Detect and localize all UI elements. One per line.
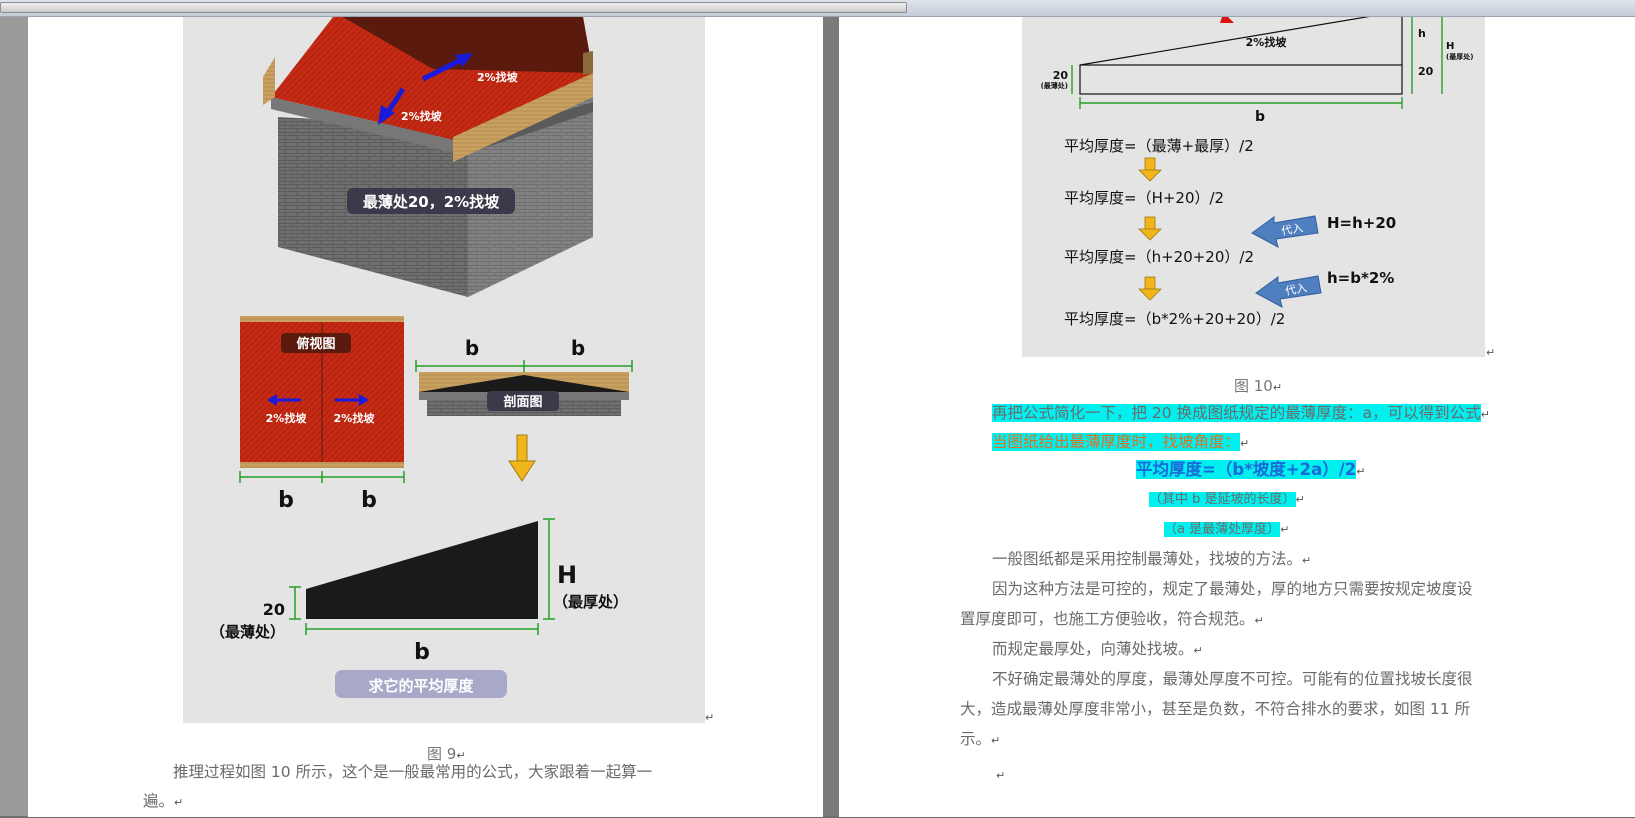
formula-3: 平均厚度=（h+20+20）/2	[1064, 248, 1254, 266]
paragraph-mark: ↵	[705, 711, 715, 724]
section-b-right: b	[571, 336, 585, 360]
paragraph-line: 因为这种方法是可控的，规定了最薄处，厚的地方只需要按规定坡度设	[992, 574, 1473, 604]
fig10-thin-label: (最薄处)	[1041, 81, 1068, 90]
paragraph-mark: ↵	[174, 796, 184, 809]
wedge-H: H	[557, 561, 577, 589]
fig10-20-right: 20	[1418, 65, 1434, 78]
roof-slope-label-2: 2%找坡	[401, 109, 443, 123]
equation-1: H=h+20	[1327, 214, 1396, 232]
top-view-slope-left: 2%找坡	[266, 411, 308, 425]
paragraph-mark: ↵	[1486, 346, 1496, 359]
paragraph-text: 遍。	[143, 792, 175, 810]
paragraph-mark: ↵	[1356, 465, 1366, 478]
figure-9-illustration: 2%找坡 2%找坡 最薄处20，2%找坡 俯视图 2%找坡 2%找坡 b b b…	[210, 17, 633, 698]
formula-1: 平均厚度=（最薄+最厚）/2	[1064, 137, 1254, 155]
down-arrow-icon	[1138, 157, 1162, 182]
horizontal-scrollbar[interactable]	[0, 0, 1635, 17]
fig10-b: b	[1255, 109, 1265, 125]
paragraph-text: 大，造成最薄处厚度非常小，甚至是负数，不符合排水的要求，如图 11 所	[960, 700, 1471, 718]
highlighted-text: 当图纸给出最薄厚度时，找坡角度：	[992, 433, 1241, 451]
formula-2: 平均厚度=（H+20）/2	[1064, 189, 1224, 207]
figure-10-illustration: 2%找坡 h H (最厚处) 20 20 (最薄处) b 平均厚度=（最薄+最厚…	[1041, 17, 1473, 328]
formula-4: 平均厚度=（b*2%+20+20）/2	[1064, 310, 1285, 328]
wedge-thick-label: （最厚处）	[553, 593, 628, 611]
paragraph-text: 而规定最厚处，向薄处找坡。	[992, 640, 1194, 658]
paragraph-line: 而规定最厚处，向薄处找坡。↵	[992, 634, 1203, 666]
ask-label: 求它的平均厚度	[368, 677, 474, 695]
figure-10-caption: 图 10↵	[1234, 375, 1282, 396]
paragraph-mark: ↵	[1302, 554, 1312, 567]
document-page-left: 2%找坡 2%找坡 最薄处20，2%找坡 俯视图 2%找坡 2%找坡 b b b…	[28, 17, 823, 817]
paragraph-text: 置厚度即可，也施工方便验收，符合规范。	[960, 610, 1255, 628]
house-label: 最薄处20，2%找坡	[363, 193, 499, 211]
paragraph-text: 不好确定最薄处的厚度，最薄处厚度不可控。可能有的位置找坡长度很	[992, 670, 1473, 688]
paragraph-mark: ↵	[1480, 408, 1490, 421]
paragraph-line: 推理过程如图 10 所示，这个是一般最常用的公式，大家跟着一起算一	[173, 757, 652, 787]
highlighted-text: （a 是最薄处厚度）	[1164, 522, 1281, 537]
wedge-b: b	[414, 640, 430, 665]
scrollbar-thumb[interactable]	[0, 2, 907, 13]
top-view-b-left: b	[278, 488, 294, 513]
fig10-slope-label: 2%找坡	[1246, 35, 1288, 49]
wedge-thin-label: （最薄处）	[210, 623, 285, 641]
workspace-gutter-middle	[823, 17, 839, 816]
paragraph-text: 示。	[960, 730, 992, 748]
highlighted-formula: 平均厚度=（b*坡度+2a）/2	[1136, 460, 1357, 479]
paragraph-mark: ↵	[996, 769, 1006, 782]
wedge-diagram	[289, 518, 555, 698]
paragraph-mark: ↵	[1280, 523, 1290, 536]
workspace-gutter-left	[0, 17, 28, 816]
paragraph-line: 遍。↵	[143, 786, 183, 818]
paragraph-mark: ↵	[1295, 493, 1305, 506]
down-arrow-icon	[1138, 276, 1162, 301]
top-view-slope-right: 2%找坡	[334, 411, 376, 425]
paragraph-line: 置厚度即可，也施工方便验收，符合规范。↵	[960, 604, 1264, 636]
down-arrow-icon	[508, 434, 536, 482]
paragraph-mark: ↵	[1193, 644, 1203, 657]
paragraph-line: 一般图纸都是采用控制最薄处，找坡的方法。↵	[992, 544, 1311, 576]
paragraph-text: 一般图纸都是采用控制最薄处，找坡的方法。	[992, 550, 1303, 568]
paragraph-line: （其中 b 是延坡的长度）↵	[1149, 485, 1305, 515]
document-page-right: 2%找坡 h H (最厚处) 20 20 (最薄处) b 平均厚度=（最薄+最厚…	[839, 17, 1635, 817]
fig10-thick-label: (最厚处)	[1446, 52, 1473, 61]
fig10-H: H	[1446, 41, 1454, 52]
wedge-thin-value: 20	[263, 600, 285, 619]
paragraph-line: 大，造成最薄处厚度非常小，甚至是负数，不符合排水的要求，如图 11 所	[960, 694, 1470, 724]
paragraph-mark: ↵	[1240, 437, 1250, 450]
figure-10-caption-text: 图 10	[1234, 377, 1273, 395]
paragraph-text: 推理过程如图 10 所示，这个是一般最常用的公式，大家跟着一起算一	[173, 763, 653, 781]
highlighted-text: 再把公式简化一下，把 20 换成图纸规定的最薄厚度：a，可以得到公式	[992, 404, 1481, 422]
top-view-label: 俯视图	[296, 336, 335, 352]
fig10-20-left: 20	[1053, 69, 1069, 82]
roof-slope-label-1: 2%找坡	[477, 70, 519, 84]
equation-2: h=b*2%	[1327, 269, 1394, 287]
highlighted-text: （其中 b 是延坡的长度）	[1149, 492, 1296, 507]
paragraph-line: （a 是最薄处厚度）↵	[1164, 515, 1289, 545]
fig10-h: h	[1418, 27, 1426, 40]
paragraph-line: 平均厚度=（b*坡度+2a）/2↵	[1136, 455, 1365, 487]
paragraph-mark: ↵	[1272, 381, 1283, 394]
paragraph-mark: ↵	[1254, 614, 1264, 627]
paragraph-line: 再把公式简化一下，把 20 换成图纸规定的最薄厚度：a，可以得到公式↵	[992, 398, 1490, 430]
figure-9: 2%找坡 2%找坡 最薄处20，2%找坡 俯视图 2%找坡 2%找坡 b b b…	[183, 17, 705, 723]
paragraph-mark: ↵	[991, 734, 1001, 747]
paragraph-line: 示。↵	[960, 724, 1000, 756]
house-3d-icon	[263, 17, 593, 297]
top-view-b-right: b	[361, 488, 377, 513]
figure-10: 2%找坡 h H (最厚处) 20 20 (最薄处) b 平均厚度=（最薄+最厚…	[1022, 17, 1485, 357]
paragraph-text: 因为这种方法是可控的，规定了最薄处，厚的地方只需要按规定坡度设	[992, 580, 1473, 598]
section-b-left: b	[465, 336, 479, 360]
paragraph-line: 不好确定最薄处的厚度，最薄处厚度不可控。可能有的位置找坡长度很	[992, 664, 1473, 694]
section-view-label: 剖面图	[503, 394, 542, 410]
down-arrow-icon	[1138, 216, 1162, 241]
